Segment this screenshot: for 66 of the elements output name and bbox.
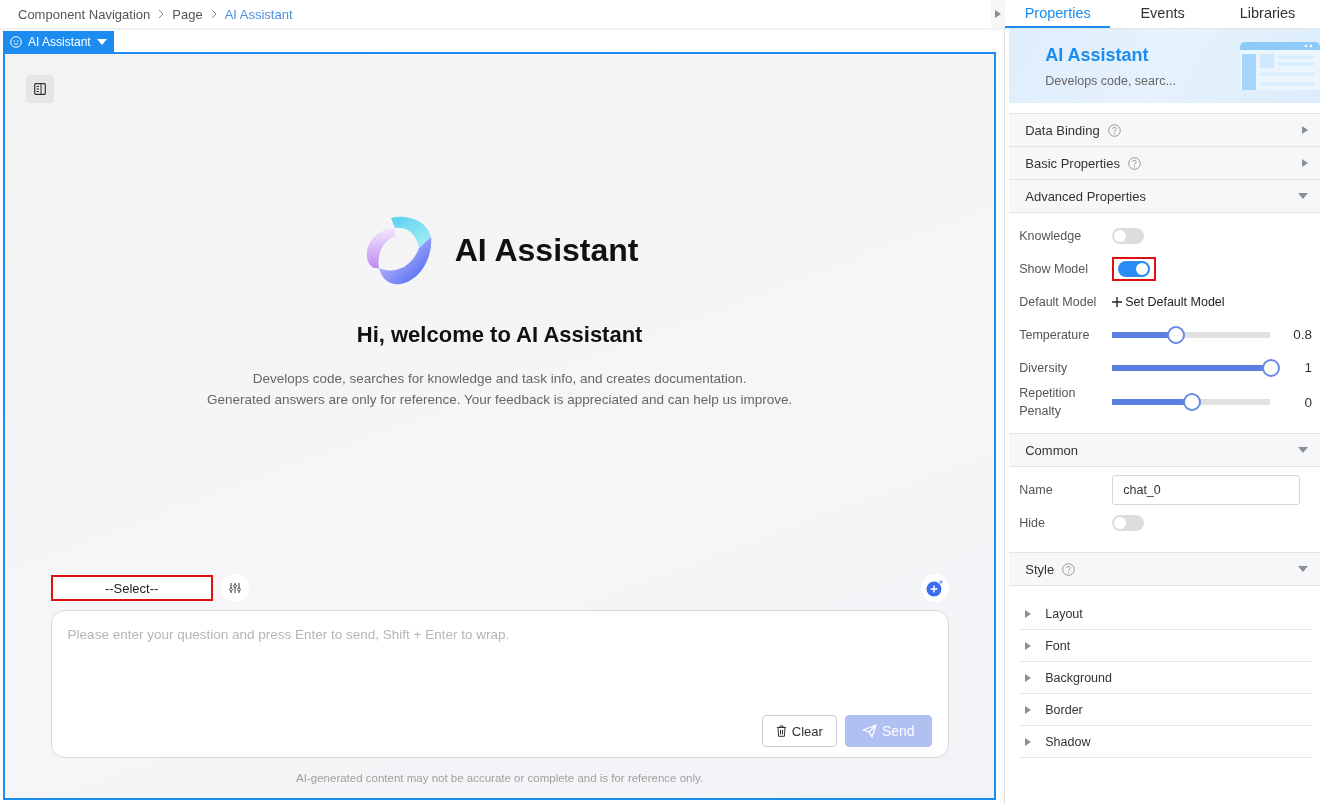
field-label: Knowledge bbox=[1019, 227, 1083, 245]
caret-right-icon bbox=[1025, 705, 1032, 714]
section-title: Data Binding bbox=[1025, 122, 1100, 138]
chevron-right-icon bbox=[210, 9, 217, 19]
plus-icon bbox=[1112, 296, 1123, 307]
caret-right-icon bbox=[1025, 641, 1032, 650]
breadcrumb-link[interactable]: Page bbox=[172, 6, 203, 22]
section-header[interactable]: Basic Properties bbox=[1009, 146, 1320, 180]
section-title: Basic Properties bbox=[1025, 155, 1120, 171]
component-description: Develops code, searc... bbox=[1045, 73, 1176, 88]
caret-right-icon bbox=[1025, 609, 1032, 618]
chevron-right-icon bbox=[158, 9, 165, 19]
sliders-icon bbox=[228, 582, 241, 594]
set-default-model-link[interactable]: Set Default Model bbox=[1112, 294, 1225, 309]
caret-right-icon bbox=[1302, 126, 1308, 134]
field-label: Name bbox=[1019, 481, 1054, 499]
caret-down-icon bbox=[1298, 447, 1308, 453]
field-label: Hide bbox=[1019, 514, 1046, 532]
smiley-icon bbox=[10, 35, 22, 48]
field-label: Repetition Penalty bbox=[1019, 385, 1077, 420]
collapse-panel-button[interactable] bbox=[991, 0, 1006, 28]
slider-value: 0 bbox=[1303, 394, 1312, 410]
breadcrumb-link[interactable]: Component Navigation bbox=[18, 6, 151, 22]
model-select[interactable]: --Select-- bbox=[50, 575, 213, 601]
toggle-switch[interactable] bbox=[1112, 227, 1145, 244]
caret-down-icon bbox=[1298, 566, 1308, 572]
slider-thumb[interactable] bbox=[1262, 358, 1281, 377]
toggle-switch[interactable] bbox=[1112, 514, 1145, 531]
settings-button[interactable] bbox=[220, 574, 249, 602]
disclaimer-text: AI-generated content may not be accurate or complete and is for reference only. bbox=[296, 772, 704, 784]
new-chat-button[interactable] bbox=[920, 574, 949, 602]
description-text: Generated answers are only for reference. Your feedback is appreciated and can help us improve. bbox=[206, 391, 793, 409]
caret-right-icon bbox=[1025, 737, 1032, 746]
clear-button[interactable]: Clear bbox=[761, 715, 837, 747]
slider-value: 1 bbox=[1303, 360, 1312, 375]
description-text: Develops code, searches for knowledge and task info, and creates documentation. bbox=[251, 370, 748, 388]
section-header[interactable]: Style bbox=[1009, 552, 1320, 586]
caret-right-icon bbox=[995, 10, 1002, 18]
section-title: Common bbox=[1025, 442, 1078, 458]
slider-value: 0.8 bbox=[1292, 327, 1312, 342]
caret-right-icon bbox=[1302, 159, 1308, 167]
section-title: Style bbox=[1025, 561, 1055, 577]
toggle-switch[interactable] bbox=[1118, 260, 1151, 277]
slider-thumb[interactable] bbox=[1167, 325, 1186, 344]
slider-thumb[interactable] bbox=[1183, 393, 1202, 411]
name-input[interactable]: chat_0 bbox=[1112, 474, 1301, 505]
component-tag-label: AI Assistant bbox=[28, 34, 91, 49]
component-title: AI Assistant bbox=[1045, 44, 1150, 66]
field-label: Show Model bbox=[1019, 260, 1090, 278]
caret-down-icon bbox=[96, 38, 107, 45]
panel-toggle-button[interactable] bbox=[26, 75, 54, 103]
field-label: Diversity bbox=[1019, 359, 1069, 377]
panel-icon bbox=[34, 83, 46, 95]
welcome-heading: Hi, welcome to AI Assistant bbox=[356, 322, 643, 348]
section-title: Advanced Properties bbox=[1025, 188, 1146, 204]
caret-down-icon bbox=[1298, 193, 1308, 199]
section-header[interactable]: Common bbox=[1009, 433, 1320, 467]
field-label: Default Model bbox=[1019, 293, 1098, 311]
chat-plus-icon bbox=[924, 578, 945, 598]
paper-plane-icon bbox=[861, 724, 877, 738]
section-header[interactable]: Advanced Properties bbox=[1009, 179, 1320, 213]
assistant-title: AI Assistant bbox=[454, 231, 639, 269]
section-header[interactable]: Data Binding bbox=[1009, 113, 1320, 147]
caret-right-icon bbox=[1025, 673, 1032, 682]
trash-icon bbox=[775, 725, 787, 737]
field-label: Temperature bbox=[1019, 326, 1091, 344]
